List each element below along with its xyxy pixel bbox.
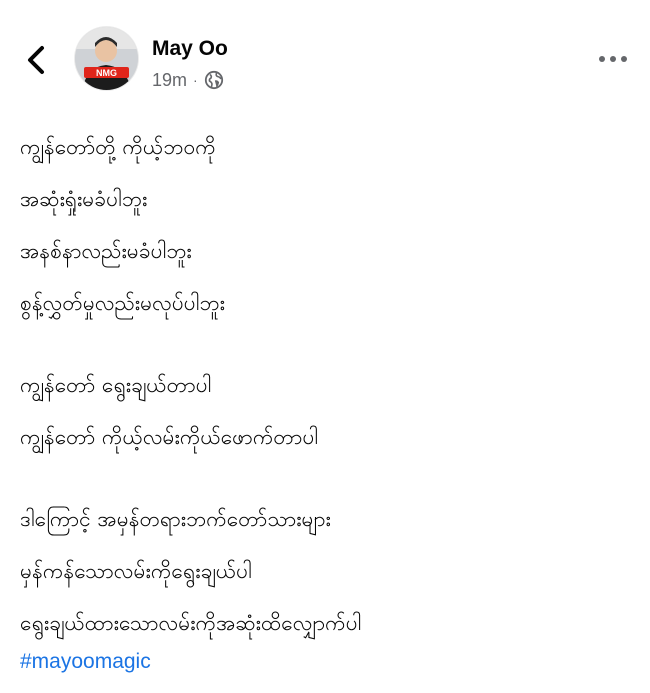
post-line: မှန်ကန်သောလမ်းကိုရွေးချယ်ပါ xyxy=(20,559,252,583)
post-page: NMG May Oo 19m · ကျွန်တော်တို့ ကိုယ့်ဘဝက… xyxy=(0,0,650,693)
author-name[interactable]: May Oo xyxy=(152,36,228,62)
stanza-2: ကျွန်တော် ရွေးချယ်တာပါ ကျွန်တော် ကိုယ့်လ… xyxy=(20,363,630,467)
post-meta: 19m · xyxy=(152,68,224,92)
stanza-3: ဒါကြောင့် အမှန်တရားဘက်တော်သားများ မှန်ကန… xyxy=(20,497,630,653)
post-line: ကျွန်တော် ကိုယ့်လမ်းကိုယ်ဖောက်တာပါ xyxy=(20,425,319,449)
post-line: ဒါကြောင့် အမှန်တရားဘက်တော်သားများ xyxy=(20,507,331,531)
post-line: ရွေးချယ်ထားသောလမ်းကိုအဆုံးထိလျှောက်ပါ xyxy=(20,611,362,635)
post-line: ကျွန်တော်တို့ ကိုယ့်ဘဝကို xyxy=(20,135,216,159)
post-line: စွန့်လွှတ်မှုလည်းမလုပ်ပါဘူး xyxy=(20,291,225,315)
svg-text:NMG: NMG xyxy=(96,68,117,78)
hashtag-link[interactable]: #mayoomagic xyxy=(20,648,151,676)
stanza-gap xyxy=(20,467,630,497)
post-line: အဆုံးရှုံးမခံပါဘူး xyxy=(20,187,148,211)
more-options-button[interactable] xyxy=(594,44,634,74)
post-text: ကျွန်တော်တို့ ကိုယ့်ဘဝကို အဆုံးရှုံးမခံပ… xyxy=(20,125,630,653)
stanza-1: ကျွန်တော်တို့ ကိုယ့်ဘဝကို အဆုံးရှုံးမခံပ… xyxy=(20,125,630,333)
profile-photo-avatar: NMG xyxy=(75,27,138,90)
post-time[interactable]: 19m xyxy=(152,70,187,91)
stanza-gap xyxy=(20,333,630,363)
avatar[interactable]: NMG xyxy=(75,27,138,90)
post-header: NMG May Oo 19m · xyxy=(0,0,650,118)
globe-icon[interactable] xyxy=(204,70,224,90)
back-button[interactable] xyxy=(18,40,54,80)
post-line: အနစ်နာလည်းမခံပါဘူး xyxy=(20,239,192,263)
meta-separator: · xyxy=(193,72,198,88)
more-dots-icon xyxy=(599,56,627,62)
post-line: ကျွန်တော် ရွေးချယ်တာပါ xyxy=(20,373,212,397)
chevron-left-icon xyxy=(28,46,44,74)
